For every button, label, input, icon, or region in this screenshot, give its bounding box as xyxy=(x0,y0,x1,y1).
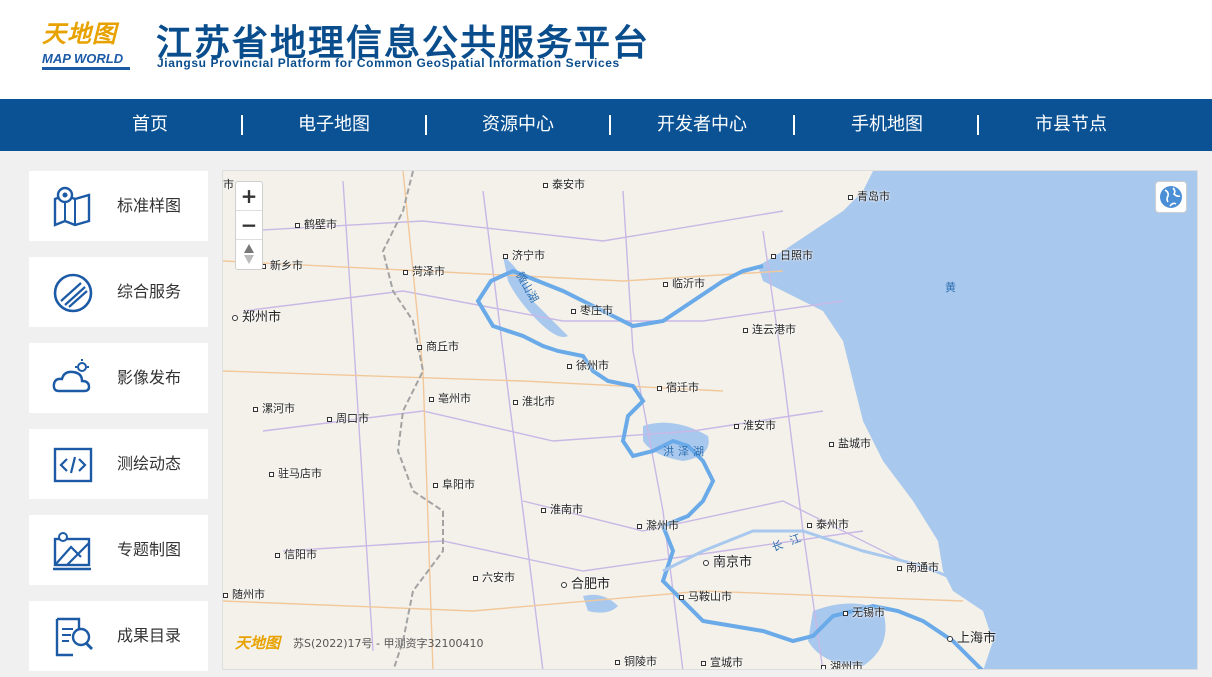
city-label: 南通市 xyxy=(897,559,939,575)
city-label: 漯河市 xyxy=(253,400,295,416)
sidebar-item-results-catalog[interactable]: 成果目录 xyxy=(29,601,208,671)
city-label: 铜陵市 xyxy=(615,653,657,669)
city-label: 市 xyxy=(223,178,234,191)
sidebar-item-surveying-news[interactable]: 测绘动态 xyxy=(29,429,208,499)
city-label: 无锡市 xyxy=(843,604,885,620)
sidebar-item-label: 标准样图 xyxy=(117,196,182,215)
north-arrow-icon xyxy=(244,244,254,264)
layer-switch-button[interactable] xyxy=(1155,181,1187,213)
city-label: 菏泽市 xyxy=(403,263,445,279)
city-label: 信阳市 xyxy=(275,546,317,562)
city-label: 滁州市 xyxy=(637,517,679,533)
city-label: 泰安市 xyxy=(543,176,585,192)
main-nav: 首页 电子地图 资源中心 开发者中心 手机地图 市县节点 xyxy=(0,99,1212,151)
city-label: 商丘市 xyxy=(417,338,459,354)
nav-item-mobile-map[interactable]: 手机地图 xyxy=(795,99,979,151)
city-label: 宿迁市 xyxy=(657,379,699,395)
sea-label: 黄 xyxy=(945,281,956,294)
zoom-control: + − xyxy=(235,181,263,270)
city-label: 临沂市 xyxy=(663,275,705,291)
city-label: 湖州市 xyxy=(821,658,863,669)
zoom-out-button[interactable]: − xyxy=(236,211,262,240)
nav-item-electronic-map[interactable]: 电子地图 xyxy=(242,99,426,151)
city-label: 马鞍山市 xyxy=(679,588,732,604)
city-label: 合肥市 xyxy=(561,573,610,592)
map-copyright: 苏S(2022)17号 - 甲测资字32100410 xyxy=(293,637,484,650)
city-label: 连云港市 xyxy=(743,321,796,337)
nav-item-resource-center[interactable]: 资源中心 xyxy=(426,99,610,151)
lake-label: 洪泽湖 xyxy=(663,445,708,458)
sidebar-item-label: 测绘动态 xyxy=(117,454,182,473)
city-label: 上海市 xyxy=(947,627,996,646)
logo-en: MAP WORLD xyxy=(42,51,124,66)
sidebar-item-label: 成果目录 xyxy=(117,626,182,645)
city-label: 随州市 xyxy=(223,586,265,602)
page-subtitle: Jiangsu Provincial Platform for Common G… xyxy=(157,56,620,70)
sidebar-item-label: 综合服务 xyxy=(117,282,182,301)
sidebar-item-standard-map[interactable]: 标准样图 xyxy=(29,171,208,241)
sidebar-item-integrated-service[interactable]: 综合服务 xyxy=(29,257,208,327)
city-label: 青岛市 xyxy=(848,188,890,204)
city-label: 鹤壁市 xyxy=(295,216,337,232)
city-label: 徐州市 xyxy=(567,357,609,373)
logo-underline xyxy=(42,67,130,70)
catalog-search-icon xyxy=(55,617,94,657)
city-label: 枣庄市 xyxy=(571,302,613,318)
zoom-in-button[interactable]: + xyxy=(236,182,262,211)
city-label: 阜阳市 xyxy=(433,476,475,492)
chaohu-lake xyxy=(583,594,618,613)
city-label: 亳州市 xyxy=(429,390,471,406)
city-label: 淮北市 xyxy=(513,393,555,409)
city-label: 新乡市 xyxy=(261,257,303,273)
tianditu-logo[interactable]: 天地图 MAP WORLD xyxy=(42,14,134,70)
city-label: 淮南市 xyxy=(541,501,583,517)
city-label: 泰州市 xyxy=(807,516,849,532)
sidebar-item-thematic-mapping[interactable]: 专题制图 xyxy=(29,515,208,585)
province-border xyxy=(381,171,444,669)
city-label: 淮安市 xyxy=(734,417,776,433)
city-label: 郑州市 xyxy=(232,306,281,325)
cloud-sun-icon xyxy=(52,359,91,393)
nav-item-developer-center[interactable]: 开发者中心 xyxy=(610,99,794,151)
map-logo: 天地图 xyxy=(235,634,281,652)
thematic-map-icon xyxy=(53,532,91,571)
city-label: 日照市 xyxy=(771,247,813,263)
globe-icon xyxy=(1160,186,1182,208)
map-view[interactable]: 泰安市 青岛市 鹤壁市 济宁市 日照市 新乡市 菏泽市 临沂市 枣庄市 郑州市 … xyxy=(222,170,1198,670)
city-label: 驻马店市 xyxy=(269,465,322,481)
city-label: 周口市 xyxy=(327,410,369,426)
city-label: 南京市 xyxy=(703,551,752,570)
code-icon xyxy=(53,447,93,483)
compass-icon xyxy=(53,273,93,313)
header: 天地图 MAP WORLD 江苏省地理信息公共服务平台 Jiangsu Prov… xyxy=(0,0,1212,99)
city-label: 盐城市 xyxy=(829,435,871,451)
nav-item-city-nodes[interactable]: 市县节点 xyxy=(979,99,1163,151)
sidebar-item-label: 专题制图 xyxy=(117,540,182,559)
nav-item-home[interactable]: 首页 xyxy=(58,99,242,151)
city-label: 六安市 xyxy=(473,569,515,585)
compass-reset-button[interactable] xyxy=(236,240,262,269)
city-label: 宣城市 xyxy=(701,654,743,669)
sidebar-item-label: 影像发布 xyxy=(117,368,182,387)
logo-cn: 天地图 xyxy=(42,19,117,48)
city-label: 济宁市 xyxy=(503,247,545,263)
map-pin-icon xyxy=(53,186,91,227)
sidebar-item-image-release[interactable]: 影像发布 xyxy=(29,343,208,413)
